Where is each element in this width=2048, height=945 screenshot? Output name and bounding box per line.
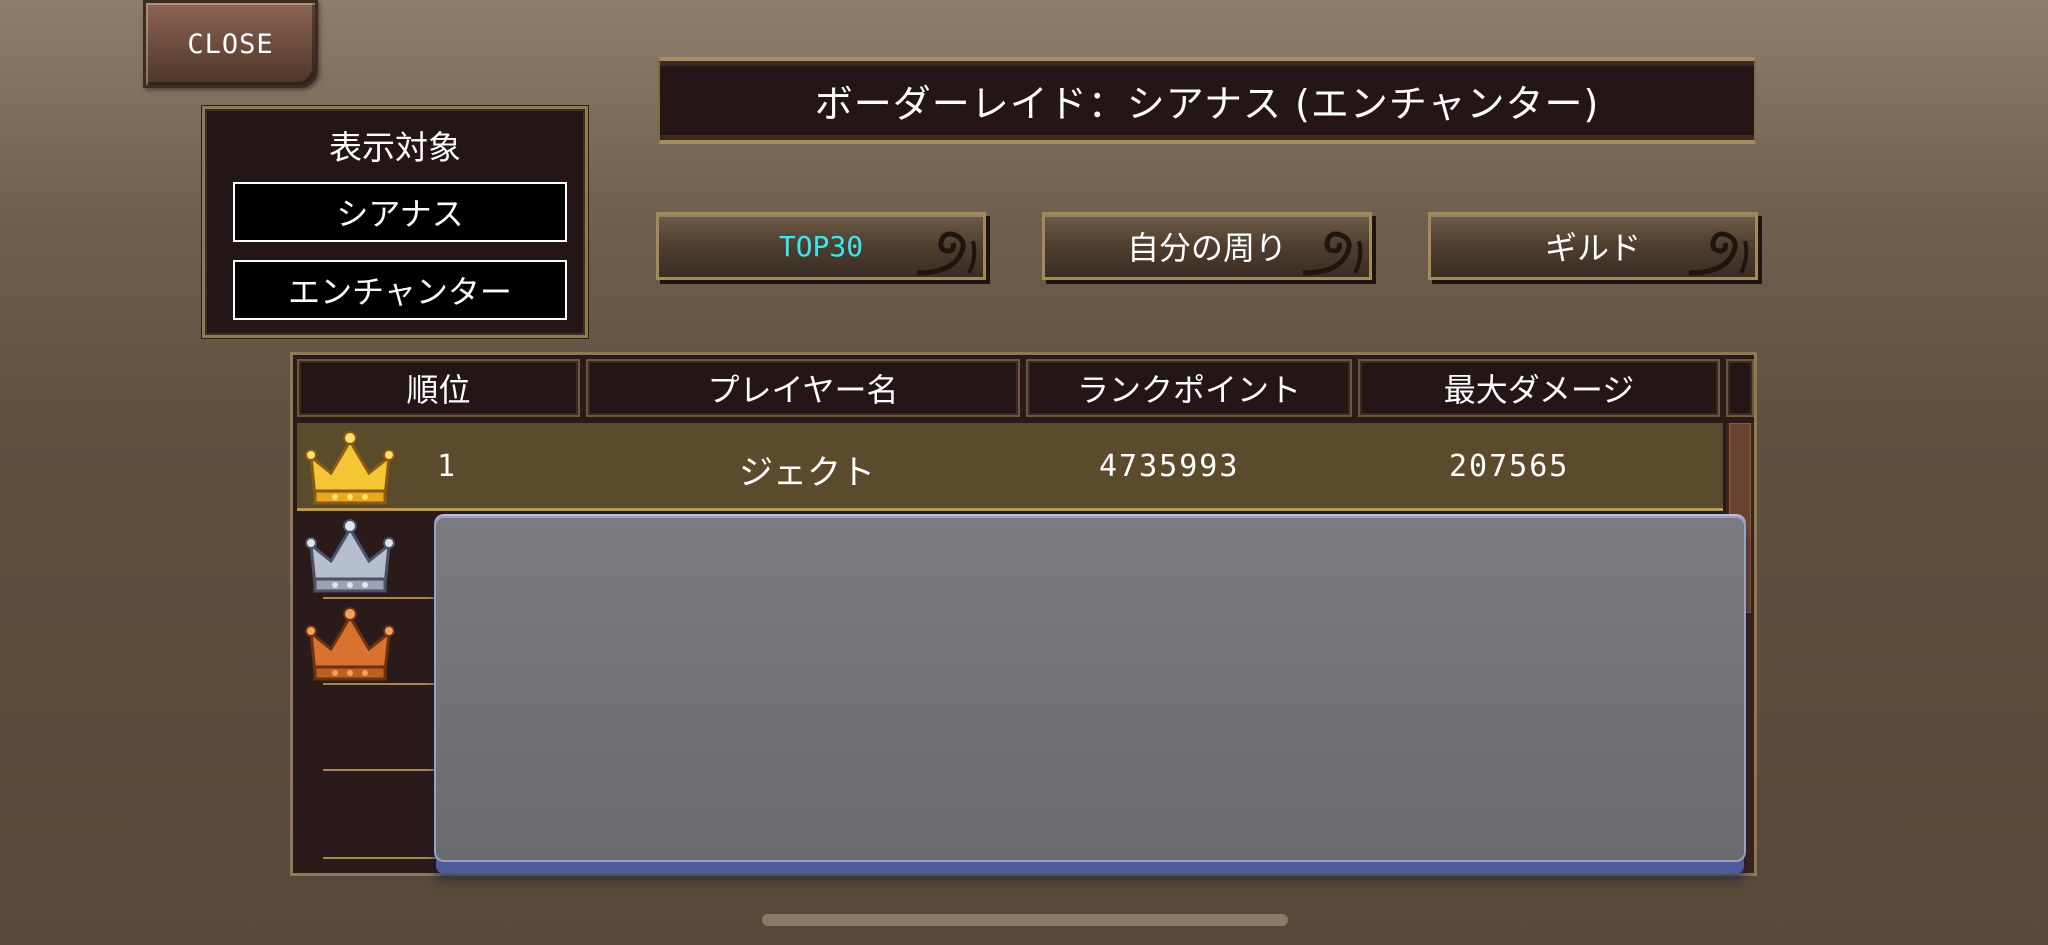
tab-around-me-label: 自分の周り (1126, 229, 1287, 267)
swirl-ornament-icon (1688, 231, 1749, 276)
row-rank-points: 4735993 (1099, 449, 1240, 484)
raid-title-banner: ボーダーレイド：シアナス (エンチャンター) (658, 57, 1756, 144)
row-rank: 1 (437, 449, 456, 484)
display-target-panel: 表示対象 シアナス エンチャンター (202, 106, 588, 338)
tab-guild[interactable]: ギルド (1428, 212, 1758, 280)
close-button[interactable]: CLOSE (143, 0, 318, 88)
row-player-name: ジェクト (739, 453, 875, 493)
tab-top30[interactable]: TOP30 (656, 212, 986, 280)
table-row[interactable]: 1 ジェクト 4735993 207565 (297, 423, 1723, 511)
redaction-overlay-panel (434, 516, 1746, 862)
home-indicator[interactable] (762, 914, 1288, 926)
swirl-ornament-icon (916, 231, 977, 276)
server-selector[interactable]: シアナス (233, 182, 567, 242)
silver-crown-icon (305, 519, 395, 593)
swirl-ornament-icon (1302, 231, 1363, 276)
row-max-damage: 207565 (1449, 449, 1570, 484)
header-rank-points: ランクポイント (1026, 359, 1352, 417)
header-rank: 順位 (297, 359, 580, 417)
header-player-name: プレイヤー名 (586, 359, 1020, 417)
tab-top30-label: TOP30 (778, 229, 864, 263)
class-selector[interactable]: エンチャンター (233, 260, 567, 320)
gold-crown-icon (305, 431, 395, 505)
header-max-damage: 最大ダメージ (1358, 359, 1720, 417)
bronze-crown-icon (305, 607, 395, 681)
header-spacer (1726, 359, 1754, 417)
display-target-title: 表示対象 (329, 128, 461, 167)
tab-guild-label: ギルド (1544, 229, 1641, 267)
tab-around-me[interactable]: 自分の周り (1042, 212, 1372, 280)
